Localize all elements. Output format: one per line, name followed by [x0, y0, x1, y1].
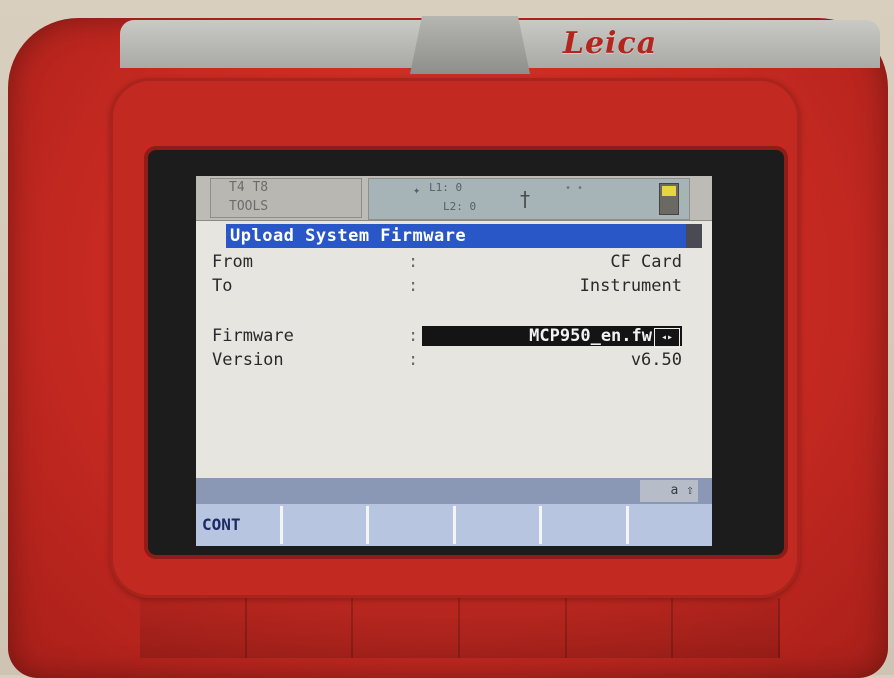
hardware-key[interactable] [673, 598, 781, 658]
row-label: To [212, 276, 233, 296]
hardware-key[interactable] [460, 598, 567, 658]
softkey-bar: CONT [196, 504, 712, 546]
row-version: Version : v6.50 [212, 350, 682, 374]
softkey-5[interactable] [542, 506, 629, 544]
device-top-notch [410, 16, 530, 74]
signal-dots-icon: • • [565, 183, 584, 194]
row-firmware: Firmware : MCP950_en.fw ◂▸ [212, 326, 682, 350]
hardware-key[interactable] [566, 598, 674, 658]
row-label: From [212, 252, 253, 272]
row-separator: : [408, 252, 419, 272]
firmware-value: MCP950_en.fw [529, 326, 652, 346]
page-title: Upload System Firmware [226, 224, 686, 248]
row-separator: : [408, 276, 419, 296]
row-from: From : CF Card [212, 252, 682, 276]
softkey-4[interactable] [455, 506, 542, 544]
cont-button[interactable]: CONT [196, 506, 283, 544]
row-to: To : Instrument [212, 276, 682, 300]
row-label: Version [212, 350, 284, 370]
battery-icon [659, 183, 679, 215]
row-value: CF Card [610, 252, 682, 272]
status-icons-box: ✦ L1: 0 L2: 0 † • • [368, 178, 690, 220]
row-separator: : [408, 350, 419, 370]
status-line-2: TOOLS [229, 199, 269, 214]
hardware-key[interactable] [140, 598, 247, 658]
softkey-6[interactable] [628, 506, 712, 544]
row-label: Firmware [212, 326, 294, 346]
softkey-3[interactable] [369, 506, 456, 544]
status-mode-box: T4 T8 TOOLS [210, 178, 362, 218]
status-line-1: T4 T8 [229, 180, 269, 195]
bottom-status-bar: a ⇧ [196, 478, 712, 504]
hardware-keys-row [140, 598, 781, 658]
input-mode-indicator: a ⇧ [640, 480, 698, 502]
firmware-selector[interactable]: MCP950_en.fw ◂▸ [422, 326, 682, 348]
status-bar: T4 T8 TOOLS ✦ L1: 0 L2: 0 † • • [196, 176, 712, 221]
brand-logo: Leica [562, 26, 658, 61]
prism-icon: † [519, 187, 532, 211]
left-right-arrows-icon[interactable]: ◂▸ [654, 328, 680, 348]
lcd-screen: T4 T8 TOOLS ✦ L1: 0 L2: 0 † • • Upload S… [196, 176, 712, 546]
row-value: v6.50 [630, 350, 682, 370]
hardware-key[interactable] [353, 598, 461, 658]
hardware-key[interactable] [246, 598, 354, 658]
title-bar-end [686, 224, 702, 248]
row-separator: : [408, 326, 419, 346]
antenna-icon: ✦ [413, 183, 421, 197]
softkey-2[interactable] [282, 506, 369, 544]
signal-l1: L1: 0 [429, 181, 463, 194]
row-value: Instrument [579, 276, 682, 296]
signal-l2: L2: 0 [443, 200, 477, 213]
